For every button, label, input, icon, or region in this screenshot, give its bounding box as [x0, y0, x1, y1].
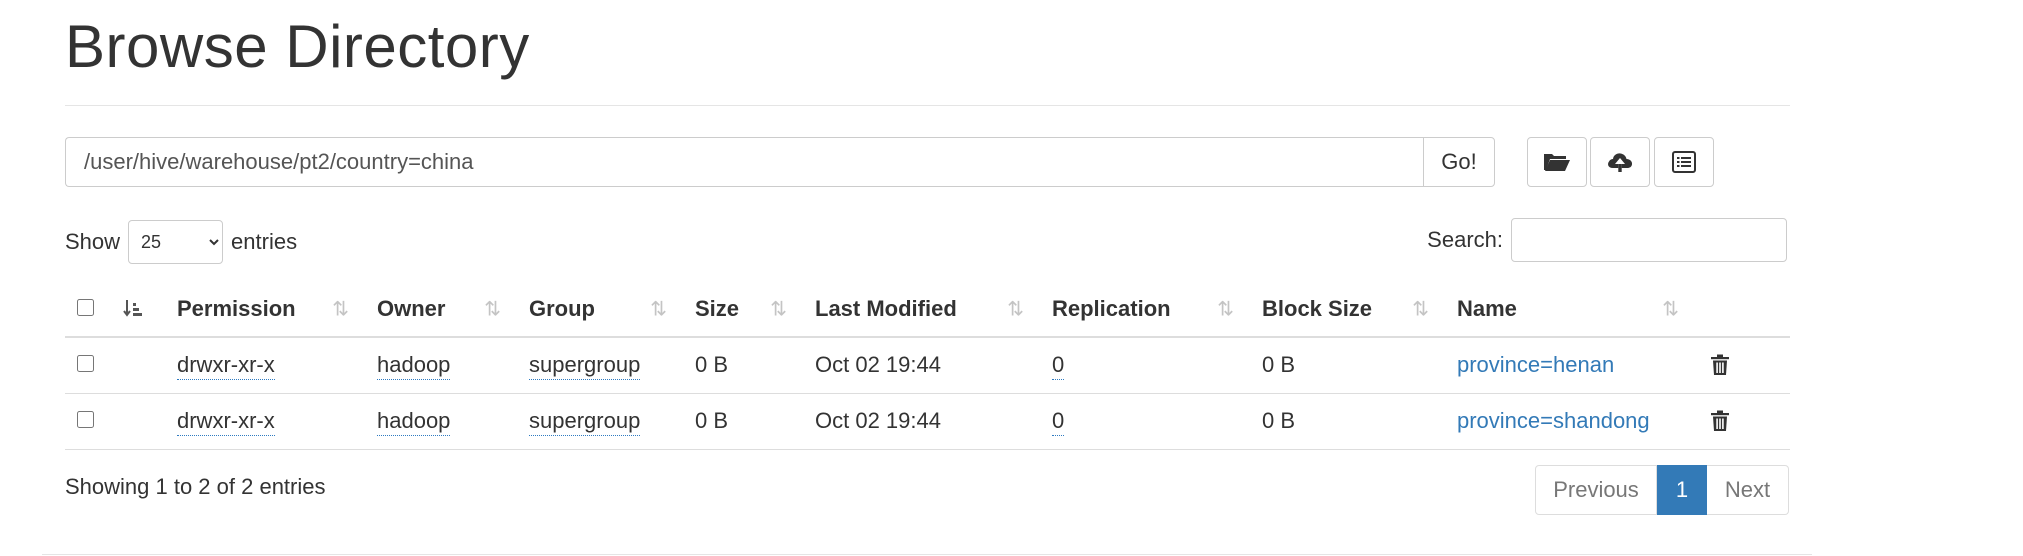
- list-alt-icon: [1672, 151, 1696, 173]
- block-size-cell: 0 B: [1250, 393, 1445, 450]
- page-title: Browse Directory: [65, 13, 530, 80]
- length-menu: Show 25 entries: [65, 220, 297, 264]
- name-cell: province=henan: [1445, 337, 1695, 394]
- replication-cell: 0: [1040, 393, 1250, 450]
- show-label: Show: [65, 229, 121, 254]
- sort-both-icon: ⇅: [1412, 298, 1429, 321]
- header-owner-label: Owner: [377, 296, 446, 321]
- replication-cell: 0: [1040, 337, 1250, 394]
- file-table: Permission ⇅ Owner ⇅ Group ⇅ Size ⇅ Last Mod…: [65, 282, 1790, 450]
- group-cell: supergroup: [517, 393, 683, 450]
- sort-column-header[interactable]: [120, 282, 165, 338]
- header-block-size[interactable]: Block Size ⇅: [1250, 282, 1445, 338]
- owner-value[interactable]: hadoop: [377, 352, 451, 381]
- table-row: drwxr-xr-x hadoop supergroup 0 B Oct 02 …: [65, 393, 1790, 450]
- path-bar: Go!: [65, 137, 1495, 189]
- trash-icon[interactable]: [1710, 354, 1730, 376]
- header-name[interactable]: Name ⇅: [1445, 282, 1695, 338]
- sort-ascending-icon: [123, 300, 142, 317]
- sort-both-icon: ⇅: [332, 298, 349, 321]
- sort-both-icon: ⇅: [770, 298, 787, 321]
- directory-path-input[interactable]: [65, 137, 1423, 187]
- create-directory-button[interactable]: [1527, 137, 1587, 187]
- name-cell: province=shandong: [1445, 393, 1695, 450]
- go-button[interactable]: Go!: [1423, 137, 1495, 187]
- header-name-label: Name: [1457, 296, 1517, 321]
- last-modified-cell: Oct 02 19:44: [803, 393, 1040, 450]
- header-replication-label: Replication: [1052, 296, 1171, 321]
- permission-value[interactable]: drwxr-xr-x: [177, 408, 275, 436]
- header-size-label: Size: [695, 296, 740, 321]
- entries-per-page-select[interactable]: 25: [128, 220, 224, 264]
- name-link[interactable]: province=henan: [1457, 352, 1614, 377]
- block-size-cell: 0 B: [1250, 337, 1445, 394]
- trash-icon[interactable]: [1710, 410, 1730, 432]
- group-value[interactable]: supergroup: [529, 352, 641, 381]
- row-spacer-cell: [120, 393, 165, 450]
- row-select-cell: [65, 393, 120, 450]
- entries-label: entries: [231, 229, 298, 254]
- title-divider: [65, 105, 1790, 106]
- header-block-size-label: Block Size: [1262, 296, 1373, 321]
- pagination: Previous 1 Next: [1535, 465, 1789, 515]
- replication-value[interactable]: 0: [1052, 408, 1065, 436]
- sort-both-icon: ⇅: [650, 298, 667, 321]
- replication-value[interactable]: 0: [1052, 352, 1065, 381]
- permission-value[interactable]: drwxr-xr-x: [177, 352, 275, 381]
- owner-value[interactable]: hadoop: [377, 408, 451, 436]
- upload-file-button[interactable]: [1590, 137, 1650, 187]
- actions-header: [1695, 282, 1790, 338]
- header-permission[interactable]: Permission ⇅: [165, 282, 365, 338]
- group-cell: supergroup: [517, 337, 683, 394]
- next-page-button[interactable]: Next: [1707, 465, 1789, 515]
- header-group-label: Group: [529, 296, 595, 321]
- bottom-divider: [42, 554, 1812, 555]
- row-spacer-cell: [120, 337, 165, 394]
- header-owner[interactable]: Owner ⇅: [365, 282, 517, 338]
- table-row: drwxr-xr-x hadoop supergroup 0 B Oct 02 …: [65, 337, 1790, 394]
- last-modified-cell: Oct 02 19:44: [803, 337, 1040, 394]
- header-size[interactable]: Size ⇅: [683, 282, 803, 338]
- sort-both-icon: ⇅: [1217, 298, 1234, 321]
- select-all-header: [65, 282, 120, 338]
- search-input[interactable]: [1511, 218, 1787, 262]
- permission-cell: drwxr-xr-x: [165, 393, 365, 450]
- search-label: Search:: [1427, 227, 1503, 252]
- row-select-cell: [65, 337, 120, 394]
- row-checkbox[interactable]: [77, 411, 94, 428]
- name-link[interactable]: province=shandong: [1457, 408, 1650, 433]
- owner-cell: hadoop: [365, 393, 517, 450]
- group-value[interactable]: supergroup: [529, 408, 641, 436]
- header-last-modified[interactable]: Last Modified ⇅: [803, 282, 1040, 338]
- table-info: Showing 1 to 2 of 2 entries: [65, 474, 326, 499]
- cloud-upload-icon: [1608, 153, 1633, 172]
- header-replication[interactable]: Replication ⇅: [1040, 282, 1250, 338]
- delete-cell: [1695, 393, 1790, 450]
- sort-both-icon: ⇅: [484, 298, 501, 321]
- row-checkbox[interactable]: [77, 355, 94, 373]
- header-group[interactable]: Group ⇅: [517, 282, 683, 338]
- size-cell: 0 B: [683, 337, 803, 394]
- cut-paste-button[interactable]: [1654, 137, 1714, 187]
- previous-page-button[interactable]: Previous: [1535, 465, 1657, 515]
- sort-both-icon: ⇅: [1662, 298, 1679, 321]
- size-cell: 0 B: [683, 393, 803, 450]
- page-1-button[interactable]: 1: [1657, 465, 1707, 515]
- table-header-row: Permission ⇅ Owner ⇅ Group ⇅ Size ⇅ Last Mod…: [65, 282, 1790, 338]
- owner-cell: hadoop: [365, 337, 517, 394]
- folder-open-icon: [1544, 154, 1570, 171]
- select-all-checkbox[interactable]: [77, 299, 94, 316]
- permission-cell: drwxr-xr-x: [165, 337, 365, 394]
- header-permission-label: Permission: [177, 296, 296, 321]
- delete-cell: [1695, 337, 1790, 394]
- search-area: Search:: [1427, 218, 1787, 262]
- sort-both-icon: ⇅: [1007, 298, 1024, 321]
- header-last-modified-label: Last Modified: [815, 296, 957, 321]
